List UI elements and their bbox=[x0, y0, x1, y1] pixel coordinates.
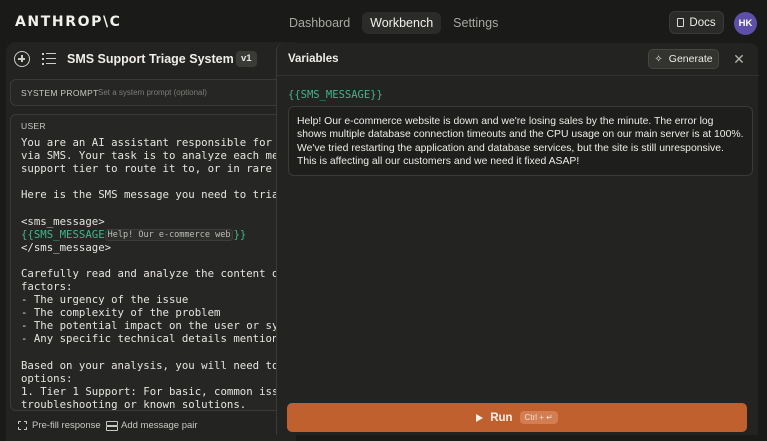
system-prompt-field[interactable]: SYSTEM PROMPT Set a system prompt (optio… bbox=[10, 79, 296, 106]
code-line: Carefully read and analyze the content o… bbox=[21, 266, 285, 280]
main-nav: Dashboard Workbench Settings bbox=[281, 12, 506, 34]
close-icon[interactable]: ✕ bbox=[729, 49, 749, 69]
docs-button-label: Docs bbox=[689, 16, 716, 29]
code-line: - The potential impact on the user or sy… bbox=[21, 319, 292, 333]
nav-tab-dashboard[interactable]: Dashboard bbox=[281, 12, 358, 34]
variable-name: {{SMS_MESSAGE}} bbox=[288, 89, 383, 101]
docs-button[interactable]: Docs bbox=[669, 11, 724, 34]
prefill-response-label: Pre-fill response bbox=[32, 420, 101, 431]
variable-inline-preview: Help! Our e-commerce web bbox=[104, 228, 234, 241]
variable-value-input[interactable]: Help! Our e-commerce website is down and… bbox=[288, 106, 753, 176]
add-message-pair-label: Add message pair bbox=[121, 420, 198, 431]
variable-token-start: {{SMS_MESSAGE bbox=[21, 227, 105, 241]
code-line: </sms_message> bbox=[21, 240, 112, 254]
system-prompt-label: SYSTEM PROMPT bbox=[21, 88, 99, 98]
variable-token[interactable]: {{SMS_MESSAGE Help! Our e-commerce web}} bbox=[21, 228, 246, 241]
list-icon[interactable] bbox=[42, 53, 56, 65]
code-line: - Any specific technical details mention… bbox=[21, 332, 292, 346]
code-line: <sms_message> bbox=[21, 214, 105, 228]
system-prompt-placeholder: Set a system prompt (optional) bbox=[98, 88, 207, 97]
version-badge[interactable]: v1 bbox=[236, 51, 257, 67]
code-line: factors: bbox=[21, 280, 73, 294]
prompt-editor-panel: SMS Support Triage System v1 SYSTEM PROM… bbox=[6, 42, 296, 441]
code-line: Here is the SMS message you need to tria… bbox=[21, 188, 292, 202]
editor-footer: Pre-fill response Add message pair bbox=[6, 414, 296, 441]
code-line: via SMS. Your task is to analyze each me… bbox=[21, 149, 292, 163]
generate-button-label: Generate bbox=[668, 53, 713, 65]
add-message-pair-button[interactable]: Add message pair bbox=[106, 420, 198, 431]
run-button[interactable]: Run Ctrl + ↵ bbox=[287, 403, 747, 432]
run-button-label: Run bbox=[490, 411, 513, 424]
code-line: options: bbox=[21, 371, 73, 385]
code-line: Based on your analysis, you will need to… bbox=[21, 358, 292, 372]
variable-token-end: }} bbox=[233, 227, 247, 241]
message-pair-icon bbox=[106, 421, 118, 431]
code-line: - The urgency of the issue bbox=[21, 293, 189, 307]
run-shortcut-badge: Ctrl + ↵ bbox=[519, 411, 558, 424]
user-avatar[interactable]: HK bbox=[734, 12, 757, 35]
dashed-square-icon bbox=[18, 421, 27, 430]
variables-header: Variables ✧ Generate ✕ bbox=[277, 43, 759, 76]
prefill-response-button[interactable]: Pre-fill response bbox=[18, 420, 101, 431]
code-line: You are an AI assistant responsible for … bbox=[21, 136, 292, 149]
anthropic-logo[interactable]: ANTHROP\C bbox=[15, 14, 122, 30]
code-line: 1. Tier 1 Support: For basic, common iss… bbox=[21, 384, 292, 398]
user-message-label: USER bbox=[21, 121, 46, 131]
sparkle-icon: ✧ bbox=[654, 53, 663, 65]
user-message-text[interactable]: You are an AI assistant responsible for … bbox=[21, 136, 292, 411]
prompt-title[interactable]: SMS Support Triage System bbox=[67, 52, 234, 66]
user-message-editor[interactable]: USER You are an AI assistant responsible… bbox=[10, 114, 296, 411]
generate-button[interactable]: ✧ Generate bbox=[648, 49, 719, 69]
nav-tab-settings[interactable]: Settings bbox=[445, 12, 506, 34]
code-line: troubleshooting or known solutions. bbox=[21, 397, 247, 411]
code-line: support tier to route it to, or in rare … bbox=[21, 162, 292, 176]
code-line: - The complexity of the problem bbox=[21, 306, 221, 320]
add-circle-icon[interactable] bbox=[14, 51, 30, 67]
top-bar: ANTHROP\C Dashboard Workbench Settings D… bbox=[0, 0, 767, 44]
variables-panel: Variables ✧ Generate ✕ {{SMS_MESSAGE}} H… bbox=[276, 43, 759, 435]
variables-title: Variables bbox=[288, 53, 339, 65]
prompt-header: SMS Support Triage System v1 bbox=[6, 42, 296, 76]
document-icon bbox=[677, 18, 685, 27]
play-icon bbox=[476, 413, 484, 422]
nav-tab-workbench[interactable]: Workbench bbox=[362, 12, 442, 34]
